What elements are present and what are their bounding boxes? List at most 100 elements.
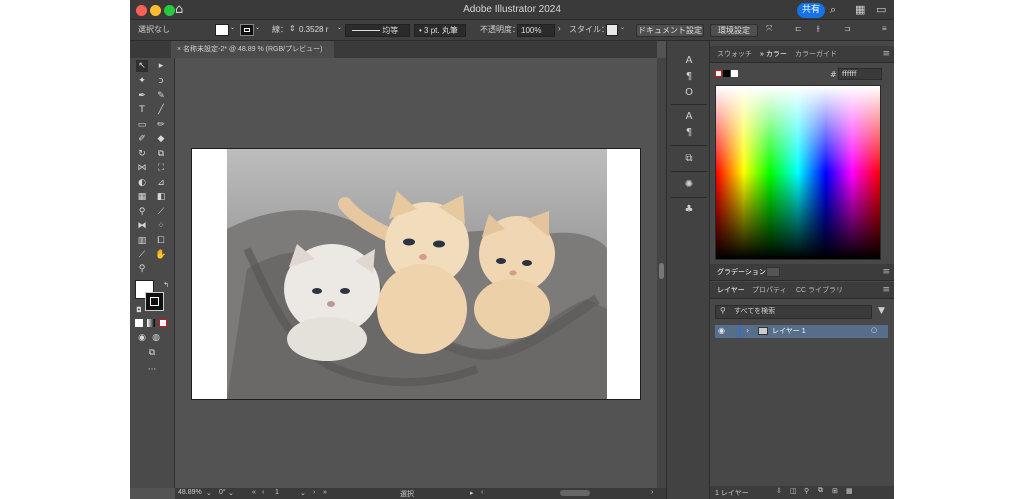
chevron-down-icon[interactable]: ⌄ — [230, 24, 235, 31]
none-mode-icon[interactable] — [159, 319, 167, 327]
mesh-tool-icon[interactable]: ▦ — [136, 191, 148, 203]
search-icon[interactable]: ⌕ — [830, 3, 836, 17]
align-center-icon[interactable]: ⫲ — [817, 24, 820, 34]
shape-builder-tool-icon[interactable]: ◐ — [136, 177, 148, 189]
chevron-down-icon[interactable]: ⌄ — [206, 489, 212, 497]
tab-color-guide[interactable]: カラーガイド — [795, 46, 837, 63]
draw-mode-icon[interactable]: ◉ — [136, 332, 148, 344]
blend-tool-icon[interactable]: ⧓ — [136, 220, 148, 232]
selection-tool-icon[interactable]: ↖ — [136, 60, 148, 72]
opacity-field[interactable]: 100% — [517, 24, 555, 37]
chevron-down-icon[interactable]: ⌄ — [620, 24, 625, 31]
layer-row[interactable]: ◉ › レイヤー 1 ○ — [715, 325, 888, 338]
tab-cc-libraries[interactable]: CC ライブラリ — [796, 282, 843, 299]
fill-swatch[interactable] — [215, 24, 229, 36]
stepper-icon[interactable]: ⇕ — [289, 24, 296, 33]
opentype-panel-icon[interactable]: O — [667, 87, 711, 98]
expand-arrow-icon[interactable]: › — [746, 326, 749, 335]
hex-input[interactable]: ffffff — [838, 68, 882, 80]
chevron-down-icon[interactable]: ⌄ — [337, 24, 342, 31]
new-layer-icon[interactable]: ⊞ — [832, 487, 838, 495]
gradient-tool-icon[interactable]: ◧ — [155, 191, 167, 203]
rotate-tool-icon[interactable]: ↻ — [136, 148, 148, 160]
share-button[interactable]: 共有 — [797, 3, 825, 18]
color-spectrum[interactable] — [715, 85, 881, 260]
type-tool-icon[interactable]: T — [136, 104, 148, 116]
width-tool-icon[interactable]: ⋈ — [136, 162, 148, 174]
clipping-mask-icon[interactable]: ◫ — [790, 487, 797, 495]
next-artboard-icon[interactable]: › — [313, 489, 315, 496]
column-graph-tool-icon[interactable]: ▥ — [136, 235, 148, 247]
swap-colors-icon[interactable]: ↰ — [160, 279, 172, 291]
draw-inside-icon[interactable]: ◍ — [150, 332, 162, 344]
style-swatch[interactable] — [606, 24, 618, 36]
pen-tool-icon[interactable]: ✒ — [136, 90, 148, 102]
tab-swatches[interactable]: スウォッチ — [717, 46, 752, 63]
first-artboard-icon[interactable]: « — [252, 489, 256, 496]
paintbrush-tool-icon[interactable]: ✏ — [155, 119, 167, 131]
align-left-icon[interactable]: ⊏ — [795, 24, 802, 33]
zoom-tool-icon[interactable]: ⚲ — [136, 263, 148, 275]
default-colors-icon[interactable]: ◘ — [133, 304, 145, 316]
panel-menu-icon[interactable]: ≡ — [882, 49, 890, 59]
paragraph-styles-icon[interactable]: ¶ — [667, 127, 711, 138]
paragraph-panel-icon[interactable]: ¶ — [667, 71, 711, 82]
last-artboard-icon[interactable]: » — [323, 489, 327, 496]
perspective-grid-tool-icon[interactable]: ⊿ — [155, 177, 167, 189]
workspace-icon[interactable]: ▦ — [855, 3, 865, 16]
black-color-icon[interactable] — [723, 70, 730, 77]
layers-search-input[interactable]: すべてを検索 — [715, 305, 872, 319]
align-icon[interactable]: ⤧ — [766, 24, 772, 34]
shaper-tool-icon[interactable]: ✐ — [136, 133, 148, 145]
artboard-tool-icon[interactable]: ⧠ — [155, 235, 167, 247]
close-icon[interactable]: × — [177, 46, 181, 53]
tab-layers[interactable]: レイヤー — [717, 282, 745, 299]
chevron-right-icon[interactable]: › — [558, 24, 561, 33]
filter-icon[interactable]: ▼ — [878, 306, 885, 316]
stroke-profile-dropdown[interactable]: 均等 — [345, 24, 410, 37]
character-styles-icon[interactable]: A — [667, 111, 711, 122]
artboard-number[interactable]: 1 — [275, 489, 279, 496]
line-tool-icon[interactable]: ╱ — [155, 104, 167, 116]
more-tools-icon[interactable]: ··· — [146, 364, 158, 376]
artboard[interactable] — [191, 148, 641, 400]
document-tab[interactable]: × 名称未設定-2* @ 48.89 % (RGB/プレビュー) — [171, 41, 334, 58]
rectangle-tool-icon[interactable]: ▭ — [136, 119, 148, 131]
layer-name[interactable]: レイヤー 1 — [772, 326, 806, 336]
symbols-panel-icon[interactable]: ♣ — [667, 204, 711, 215]
stroke-color-swatch[interactable] — [145, 292, 164, 311]
curvature-tool-icon[interactable]: ✎ — [155, 90, 167, 102]
tab-gradient[interactable]: グラデーション — [717, 264, 766, 281]
panels-icon[interactable]: ▭ — [876, 3, 886, 16]
appearance-panel-icon[interactable]: ✺ — [667, 179, 711, 190]
canvas-area[interactable] — [175, 58, 657, 488]
slice-tool-icon[interactable]: ⟋ — [136, 249, 148, 261]
scroll-right-icon[interactable]: › — [651, 489, 653, 496]
collect-export-icon[interactable]: ⇩ — [776, 487, 782, 495]
document-setup-button[interactable]: ドキュメント設定 — [636, 24, 704, 37]
target-circle-icon[interactable]: ○ — [871, 326, 877, 334]
character-panel-icon[interactable]: A — [667, 55, 711, 66]
zoom-level[interactable]: 48.89% — [178, 489, 202, 496]
horizontal-scroll-thumb[interactable] — [560, 490, 590, 496]
magic-wand-tool-icon[interactable]: ✦ — [136, 75, 148, 87]
locate-object-icon[interactable]: ⚲ — [804, 487, 809, 495]
stroke-weight-field[interactable]: 0.3528 r — [296, 24, 340, 37]
white-color-icon[interactable] — [731, 70, 738, 77]
rotation-value[interactable]: 0° — [219, 489, 226, 496]
gradient-swatch-icon[interactable] — [766, 267, 780, 277]
panel-menu-icon[interactable]: ≡ — [882, 24, 887, 33]
chevron-down-icon[interactable]: ⌄ — [300, 489, 306, 497]
play-icon[interactable]: ▸ — [470, 489, 474, 497]
color-mode-icon[interactable] — [135, 319, 143, 327]
status-mode[interactable]: 選択 — [400, 489, 414, 499]
lasso-tool-icon[interactable]: ↄ — [155, 75, 167, 87]
none-color-icon[interactable] — [715, 70, 722, 77]
scale-tool-icon[interactable]: ⧉ — [155, 148, 167, 160]
symbol-sprayer-tool-icon[interactable]: ⁘ — [155, 220, 167, 232]
previous-artboard-icon[interactable]: ‹ — [262, 489, 264, 496]
scrollbar-thumb[interactable] — [659, 263, 664, 279]
gradient-mode-icon[interactable] — [147, 319, 155, 327]
panel-menu-icon[interactable]: ≡ — [882, 285, 890, 295]
opacity-label[interactable]: 不透明度： — [480, 24, 520, 35]
